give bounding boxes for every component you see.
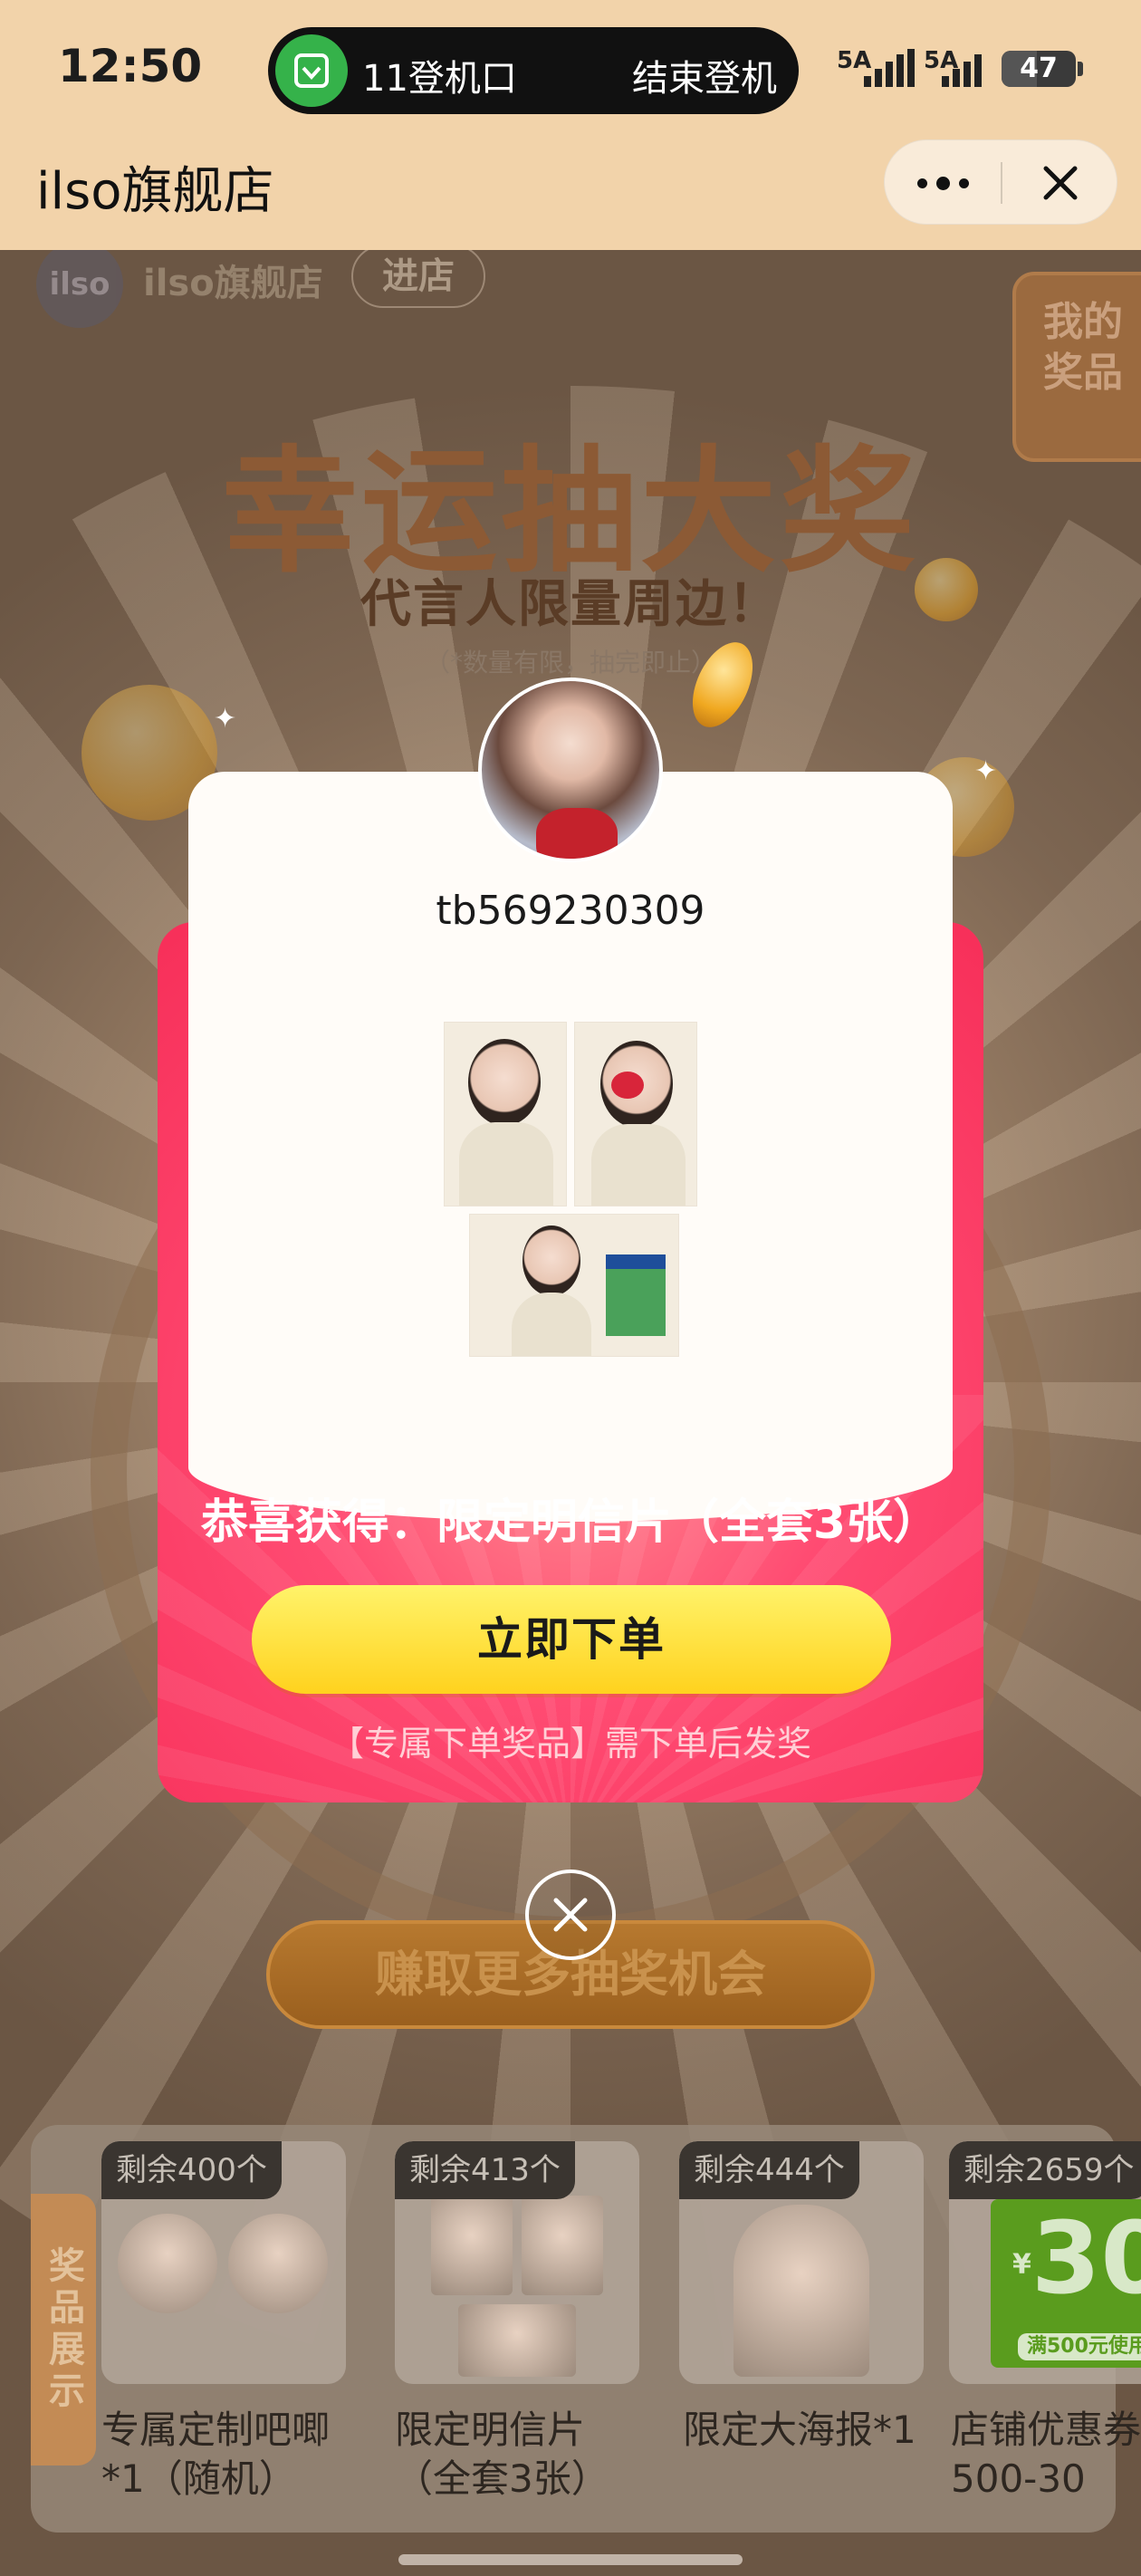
island-status-text: 结束登机 — [632, 58, 777, 100]
island-gate-text: 11登机口 — [362, 58, 517, 100]
postcard-image — [574, 1022, 697, 1206]
prize-name-line: 店铺优惠券 — [951, 2408, 1141, 2452]
close-icon — [1043, 166, 1078, 200]
lottery-note: （*数量有限，抽完即止） — [424, 648, 716, 678]
close-button[interactable] — [1002, 140, 1118, 226]
prize-name: 限定明信片 （全套3张） — [395, 2406, 609, 2504]
prize-name: 店铺优惠券 500-30 — [951, 2406, 1141, 2504]
page-title: ilso旗舰店 — [36, 162, 274, 221]
prize-showcase-tab[interactable]: 奖品展示 — [31, 2194, 96, 2465]
enter-store-button[interactable]: 进店 — [351, 250, 485, 308]
prize-name-line: *1（随机） — [101, 2456, 297, 2501]
order-note: 【专属下单奖品】需下单后发奖 — [329, 1724, 811, 1764]
prize-image — [118, 2214, 217, 2313]
postcard-image — [469, 1214, 679, 1357]
prize-image — [431, 2196, 513, 2295]
prize-card[interactable]: 剩余444个 — [679, 2141, 924, 2384]
battery-percent: 47 — [1020, 53, 1058, 84]
more-dot-icon — [935, 176, 950, 190]
prize-image — [458, 2304, 576, 2377]
prize-card[interactable]: 剩余400个 — [101, 2141, 346, 2384]
sparkle-icon: ✦ — [974, 755, 998, 787]
portrait-face — [523, 1226, 580, 1296]
coupon-value: 30 — [1031, 2200, 1141, 2316]
prize-card[interactable]: 剩余413个 — [395, 2141, 639, 2384]
dynamic-island[interactable]: 11登机口 结束登机 — [268, 27, 799, 114]
boarding-pass-icon — [275, 34, 348, 107]
my-prizes-label: 我的奖品 — [1043, 299, 1123, 396]
prize-image — [734, 2205, 869, 2377]
prize-name-line: 限定大海报*1 — [683, 2408, 916, 2452]
modal-close-button[interactable] — [525, 1870, 616, 1960]
nav-bar: ilso旗舰店 — [0, 138, 1141, 250]
lollipop-icon — [611, 1072, 644, 1099]
signal-1-icon — [864, 49, 915, 87]
avatar-detail — [536, 808, 618, 859]
prize-image — [522, 2196, 603, 2295]
coupon-condition: 满500元使用 — [1018, 2333, 1141, 2360]
username: tb569230309 — [436, 888, 705, 934]
stock-badge: 剩余400个 — [101, 2141, 282, 2199]
coupon-currency: ¥ — [1012, 2248, 1031, 2281]
product-box-label — [606, 1254, 666, 1269]
congrats-text: 恭喜获得：限定明信片（全套3张） — [200, 1495, 941, 1550]
home-indicator[interactable] — [398, 2554, 743, 2565]
prize-name: 专属定制吧唧 *1（随机） — [101, 2406, 330, 2504]
portrait-face — [468, 1039, 541, 1126]
status-time: 12:50 — [58, 40, 203, 92]
stock-badge: 剩余413个 — [395, 2141, 575, 2199]
portrait-body — [459, 1122, 553, 1206]
portrait-body — [512, 1293, 591, 1356]
prize-name-line: 专属定制吧唧 — [101, 2408, 331, 2452]
more-button[interactable] — [885, 140, 1001, 226]
mini-program-capsule — [884, 139, 1117, 225]
avatar — [478, 678, 663, 862]
sparkle-icon: ✦ — [214, 703, 237, 735]
prize-name-line: （全套3张） — [395, 2456, 609, 2501]
store-name[interactable]: ilso旗舰店 — [143, 254, 323, 306]
postcard-image — [444, 1022, 567, 1206]
prize-card[interactable]: ¥30 满500元使用 剩余2659个 — [949, 2141, 1141, 2384]
prize-name: 限定大海报*1 — [683, 2406, 916, 2455]
battery-cap — [1078, 62, 1083, 76]
status-bar: 12:50 11登机口 结束登机 5A 5A 47 — [0, 0, 1141, 138]
portrait-body — [591, 1124, 686, 1206]
more-dot-icon — [958, 178, 969, 188]
coupon-image: ¥30 满500元使用 — [991, 2199, 1141, 2368]
prize-name-line: 限定明信片 — [395, 2408, 586, 2452]
order-now-button[interactable]: 立即下单 — [252, 1585, 891, 1694]
prize-name-line: 500-30 — [951, 2456, 1086, 2501]
close-icon — [553, 1898, 588, 1932]
signal-2-icon — [942, 54, 982, 87]
prize-image — [228, 2214, 328, 2313]
store-logo[interactable]: ilso — [36, 250, 123, 328]
more-dot-icon — [916, 178, 927, 188]
coin-icon — [915, 558, 978, 621]
stock-badge: 剩余444个 — [679, 2141, 859, 2199]
battery-icon: 47 — [1002, 51, 1076, 87]
stock-badge: 剩余2659个 — [949, 2141, 1141, 2199]
